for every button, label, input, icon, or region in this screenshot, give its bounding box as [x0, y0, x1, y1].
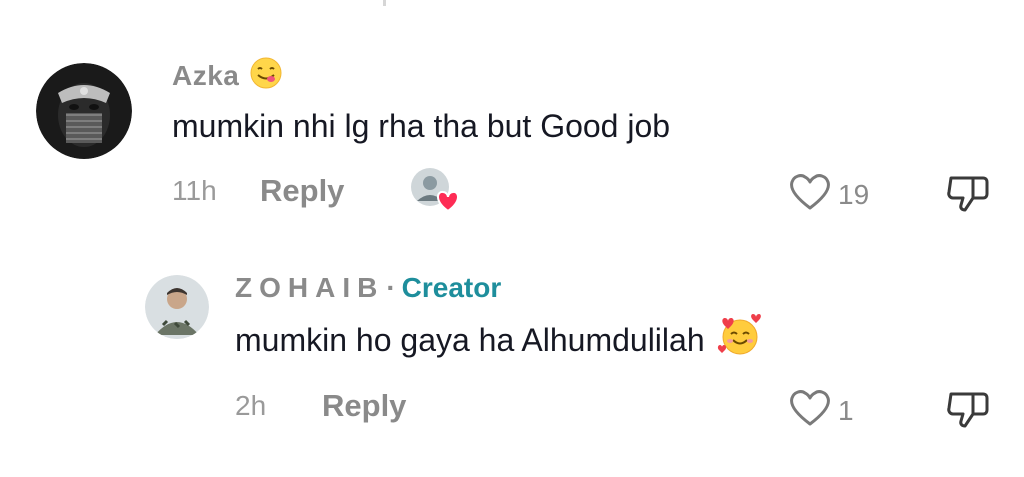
- like-count: 1: [838, 394, 854, 426]
- reply-button[interactable]: Reply: [322, 388, 406, 424]
- creator-badge: Creator: [401, 272, 502, 303]
- separator-dot: ·: [386, 272, 396, 303]
- reply-avatar[interactable]: [145, 275, 209, 339]
- comment-author-line: Azka: [172, 56, 283, 97]
- heart-icon: [788, 388, 832, 433]
- thumbs-down-icon: [945, 392, 991, 436]
- reply-author[interactable]: ZOHAIB: [235, 272, 384, 304]
- yum-face-emoji-icon: [249, 56, 283, 97]
- dislike-button[interactable]: [945, 170, 991, 221]
- smiling-face-with-hearts-icon: [717, 314, 763, 366]
- comment-time: 11h: [172, 175, 217, 206]
- comment-author[interactable]: Azka: [172, 60, 239, 92]
- reply-text: mumkin ho gaya ha Alhumdulilah: [235, 321, 705, 358]
- dislike-button[interactable]: [945, 386, 991, 437]
- reply-button[interactable]: Reply: [260, 173, 344, 209]
- thumbs-down-icon: [945, 176, 991, 220]
- reply-text-line: mumkin ho gaya ha Alhumdulilah: [235, 314, 763, 362]
- like-button[interactable]: 19: [788, 172, 869, 217]
- avatar[interactable]: [36, 63, 132, 159]
- heart-icon: [788, 172, 832, 217]
- reply-time: 2h: [235, 390, 267, 421]
- liked-by-creator-badge: [410, 167, 459, 213]
- like-count: 19: [838, 178, 870, 210]
- comment-thread: Azka mumkin nhi lg rha tha but Good job …: [0, 0, 1024, 477]
- divider: [383, 0, 386, 6]
- like-button[interactable]: 1: [788, 388, 854, 433]
- reply-author-line: ZOHAIB · Creator: [235, 270, 501, 306]
- comment-text: mumkin nhi lg rha tha but Good job: [172, 107, 671, 144]
